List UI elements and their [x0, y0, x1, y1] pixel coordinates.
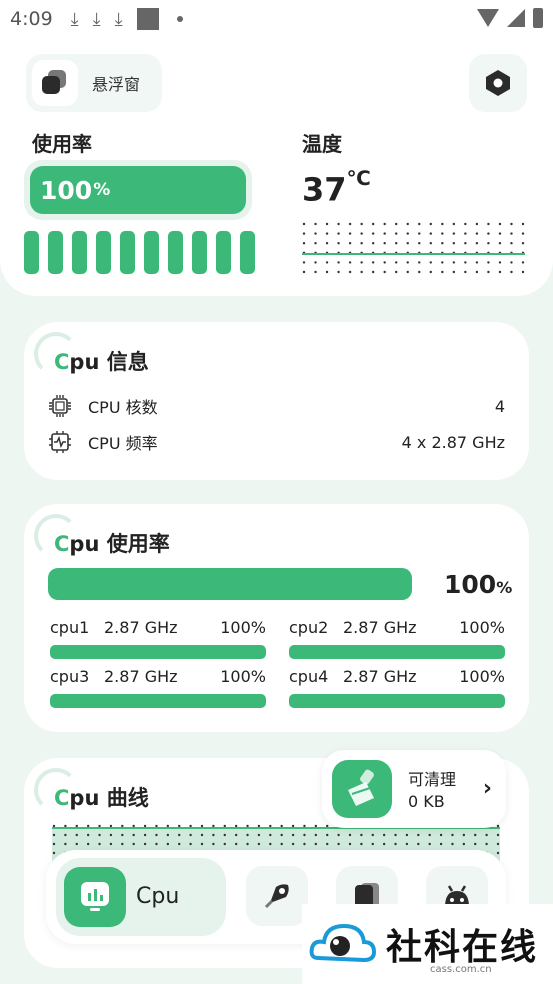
watermark-text: 社科在线: [386, 927, 539, 968]
usage-history-bar: [144, 231, 159, 274]
cpu-total-usage-value: 100%: [444, 570, 513, 599]
nav-item-cpu[interactable]: Cpu: [56, 858, 226, 936]
cpu-curve-title: Cpu 曲线: [54, 786, 149, 810]
core-usage-bar: [289, 645, 505, 659]
cpu-cores-row: CPU 核数 4: [48, 394, 505, 418]
download-icon: ⤓: [70, 8, 79, 30]
status-time: 4:09: [10, 8, 53, 30]
cpu-cores-value: 4: [494, 396, 505, 416]
usage-percent: 100: [40, 175, 93, 205]
usage-history-bar: [24, 231, 39, 274]
usage-history-bar: [120, 231, 135, 274]
download-icon: ⤓: [92, 8, 101, 30]
rocket-icon: [264, 884, 289, 909]
usage-percent-unit: %: [93, 180, 111, 200]
usage-history-bar: [192, 231, 207, 274]
cpu-total-usage-bar: [48, 568, 412, 600]
cpu-frequency-label: CPU 频率: [88, 434, 158, 453]
pulse-chip-icon: [49, 431, 71, 453]
usage-history-bar: [240, 231, 255, 274]
cpu-usage-card: Cpu 使用率 100% cpu1 2.87 GHz 100% cpu2 2.87 G…: [24, 504, 529, 732]
chip-icon: [49, 395, 71, 417]
temperature-number: 37: [302, 170, 347, 209]
watermark-logo: [309, 923, 377, 963]
cpu-info-title: Cpu 信息: [54, 350, 149, 374]
core-usage-bar: [50, 694, 266, 708]
temperature-unit: ℃: [346, 166, 371, 190]
temperature-title: 温度: [302, 132, 342, 156]
usage-meter: 100%: [24, 160, 252, 220]
float-window-label: 悬浮窗: [92, 75, 141, 94]
clean-label: 可清理: [408, 770, 457, 789]
core-usage-bar: [289, 694, 505, 708]
cpu-chat-icon: [64, 867, 126, 927]
cpu-cores-label: CPU 核数: [88, 398, 158, 417]
wifi-icon: [477, 9, 499, 27]
core-usage-cpu4: cpu4 2.87 GHz 100%: [289, 667, 505, 708]
more-notifications-dot-icon: [176, 16, 183, 22]
signal-icon: [507, 9, 525, 27]
app-notification-icon: [136, 8, 159, 30]
clean-size: 0 KB: [408, 792, 445, 811]
usage-history-bars: [24, 231, 255, 274]
float-window-button[interactable]: 悬浮窗: [26, 54, 162, 112]
clean-button[interactable]: 可清理 0 KB ›: [322, 750, 506, 828]
usage-history-bar: [72, 231, 87, 274]
cpu-usage-title: Cpu 使用率: [54, 532, 170, 556]
nav-item-rocket[interactable]: [246, 866, 308, 926]
watermark-sub: cass.com.cn: [430, 964, 492, 975]
cpu-info-card: Cpu 信息 CPU 核数 4 CPU 频率 4 x 2.87 GHz: [24, 322, 529, 480]
nav-item-cpu-label: Cpu: [136, 884, 180, 909]
chevron-right-icon: ›: [482, 776, 492, 801]
temperature-value: 37℃: [302, 166, 371, 209]
usage-history-bar: [96, 231, 111, 274]
usage-history-bar: [48, 231, 63, 274]
watermark: 社科在线 cass.com.cn: [302, 904, 553, 984]
status-bar: 4:09 ⤓ ⤓ ⤓: [0, 0, 553, 38]
usage-history-bar: [168, 231, 183, 274]
download-icon: ⤓: [114, 8, 123, 30]
usage-title: 使用率: [32, 132, 92, 156]
settings-button[interactable]: [469, 54, 527, 112]
usage-meter-fill: 100%: [30, 166, 246, 214]
hexagon-settings-icon: [486, 70, 510, 96]
cpu-frequency-row: CPU 频率 4 x 2.87 GHz: [48, 430, 505, 454]
float-window-icon: [32, 60, 78, 106]
battery-icon: [533, 8, 543, 28]
overview-card: 悬浮窗 使用率 100% 温度 37℃: [0, 38, 553, 296]
usage-history-bar: [216, 231, 231, 274]
broom-icon: [332, 760, 392, 818]
core-usage-cpu1: cpu1 2.87 GHz 100%: [50, 618, 266, 659]
core-usage-cpu3: cpu3 2.87 GHz 100%: [50, 667, 266, 708]
core-usage-cpu2: cpu2 2.87 GHz 100%: [289, 618, 505, 659]
core-usage-bar: [50, 645, 266, 659]
temperature-graph: [302, 222, 525, 274]
cpu-frequency-value: 4 x 2.87 GHz: [401, 432, 505, 452]
